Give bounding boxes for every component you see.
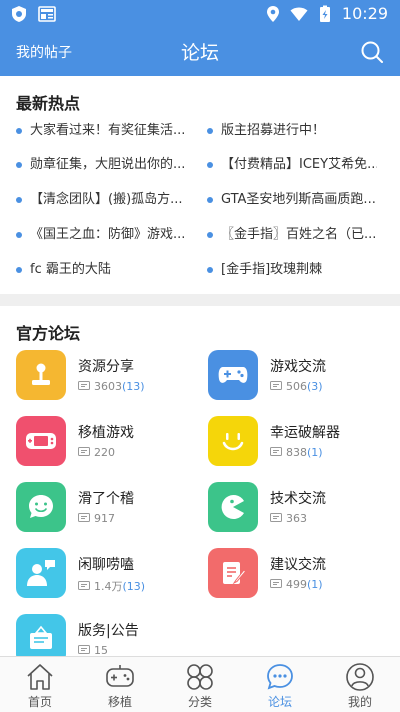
chat-face-icon bbox=[16, 482, 66, 532]
post-count-icon bbox=[270, 513, 282, 522]
location-icon bbox=[266, 5, 279, 22]
forum-stats: 220 bbox=[78, 446, 115, 459]
forum-item-lucky-cracker[interactable]: 幸运破解器 838(1) bbox=[208, 416, 398, 468]
forum-new-count: (1) bbox=[307, 578, 323, 591]
forum-name: 闲聊唠嗑 bbox=[78, 557, 134, 573]
battery-icon bbox=[319, 5, 330, 22]
forum-post-count: 506 bbox=[286, 380, 307, 393]
forum-stats: 838(1) bbox=[270, 446, 323, 459]
tab-mine[interactable]: 我的 bbox=[320, 657, 400, 712]
grid-petals-icon bbox=[187, 664, 213, 690]
hot-topic-item[interactable]: 《国王之血：防御》游戏... bbox=[16, 226, 186, 244]
forum-new-count: (3) bbox=[307, 380, 323, 393]
hot-topic-item[interactable]: GTA圣安地列斯高画质跑... bbox=[207, 191, 377, 209]
forum-stats: 15 bbox=[78, 644, 108, 656]
status-time: 10:29 bbox=[341, 4, 388, 23]
forum-stats: 917 bbox=[78, 512, 115, 525]
forum-name: 版务|公告 bbox=[78, 623, 139, 639]
forum-post-count: 499 bbox=[286, 578, 307, 591]
post-count-icon bbox=[270, 579, 282, 588]
forum-post-count: 15 bbox=[94, 644, 108, 656]
post-count-icon bbox=[78, 447, 90, 456]
forum-post-count: 917 bbox=[94, 512, 115, 525]
tab-label: 我的 bbox=[347, 695, 372, 709]
forum-item-resources[interactable]: 资源分享 3603(13) bbox=[16, 350, 206, 402]
tab-label: 论坛 bbox=[267, 695, 292, 709]
forum-stats: 1.4万(13) bbox=[78, 578, 145, 594]
forum-name: 滑了个稽 bbox=[78, 491, 134, 507]
forum-new-count: (13) bbox=[122, 580, 146, 593]
forum-post-count: 363 bbox=[286, 512, 307, 525]
forum-name: 建议交流 bbox=[270, 557, 326, 573]
hot-topic-item[interactable]: 【付费精品】ICEY艾希免... bbox=[207, 156, 377, 174]
user-icon bbox=[346, 663, 374, 691]
post-count-icon bbox=[78, 381, 90, 390]
hot-topics-title: 最新热点 bbox=[16, 94, 81, 113]
forum-post-count: 1.4万 bbox=[94, 580, 123, 593]
forum-item-funny[interactable]: 滑了个稽 917 bbox=[16, 482, 206, 534]
smiley-icon bbox=[208, 416, 258, 466]
official-forums-section: 官方论坛 资源分享 3603(13) 游戏交流 506(3) 移植游戏 220 bbox=[0, 306, 400, 656]
news-icon bbox=[38, 6, 56, 22]
wifi-icon bbox=[290, 7, 308, 21]
joystick-icon bbox=[16, 350, 66, 400]
hot-topic-item[interactable]: 〖金手指〗百姓之名（已... bbox=[207, 226, 377, 244]
hot-topic-item[interactable]: 【清念团队】(搬)孤岛方... bbox=[16, 191, 186, 209]
forum-name: 技术交流 bbox=[270, 491, 326, 507]
tab-label: 分类 bbox=[187, 695, 212, 709]
note-pencil-icon bbox=[208, 548, 258, 598]
notice-board-icon bbox=[16, 614, 66, 656]
shield-icon bbox=[12, 6, 26, 22]
hot-topics-section: 最新热点 大家看过来！有奖征集活... 版主招募进行中！ 勋章征集，大胆说出你的… bbox=[0, 76, 400, 294]
forum-item-ported-games[interactable]: 移植游戏 220 bbox=[16, 416, 206, 468]
forum-item-game-talk[interactable]: 游戏交流 506(3) bbox=[208, 350, 398, 402]
post-count-icon bbox=[78, 580, 90, 590]
tab-categories[interactable]: 分类 bbox=[160, 657, 240, 712]
forum-post-count: 3603 bbox=[94, 380, 122, 393]
forum-item-tech[interactable]: 技术交流 363 bbox=[208, 482, 398, 534]
forum-item-suggestions[interactable]: 建议交流 499(1) bbox=[208, 548, 398, 600]
forum-bubble-icon bbox=[267, 664, 293, 690]
hot-topic-item[interactable]: 版主招募进行中！ bbox=[207, 122, 377, 140]
tab-ported[interactable]: 移植 bbox=[80, 657, 160, 712]
gamepad-outline-icon bbox=[106, 665, 134, 687]
post-count-icon bbox=[78, 645, 90, 654]
tab-home[interactable]: 首页 bbox=[0, 657, 80, 712]
post-count-icon bbox=[270, 447, 282, 456]
hot-topic-item[interactable]: [金手指]玫瑰荆棘 bbox=[207, 261, 377, 279]
forum-post-count: 220 bbox=[94, 446, 115, 459]
search-icon[interactable] bbox=[360, 40, 384, 64]
tab-label: 首页 bbox=[27, 695, 52, 709]
top-nav-bar: 我的帖子 论坛 bbox=[0, 28, 400, 76]
forum-name: 移植游戏 bbox=[78, 425, 134, 441]
forum-name: 幸运破解器 bbox=[270, 425, 340, 441]
bottom-tab-bar: 首页 移植 分类 论坛 我的 bbox=[0, 656, 400, 712]
forum-item-chat[interactable]: 闲聊唠嗑 1.4万(13) bbox=[16, 548, 206, 600]
hot-topic-item[interactable]: 勋章征集，大胆说出你的... bbox=[16, 156, 186, 174]
forum-stats: 3603(13) bbox=[78, 380, 145, 393]
tab-label: 移植 bbox=[107, 695, 132, 709]
official-forums-title: 官方论坛 bbox=[16, 324, 81, 343]
forum-item-announcements[interactable]: 版务|公告 15 bbox=[16, 614, 206, 656]
tab-forum[interactable]: 论坛 bbox=[240, 657, 320, 712]
pacman-icon bbox=[208, 482, 258, 532]
forum-stats: 506(3) bbox=[270, 380, 323, 393]
post-count-icon bbox=[270, 381, 282, 390]
status-bar: 10:29 bbox=[0, 0, 400, 28]
my-posts-button[interactable]: 我的帖子 bbox=[16, 42, 72, 62]
forum-new-count: (13) bbox=[122, 380, 145, 393]
gamepad-icon bbox=[208, 350, 258, 400]
hot-topic-item[interactable]: 大家看过来！有奖征集活... bbox=[16, 122, 186, 140]
handheld-icon bbox=[16, 416, 66, 466]
post-count-icon bbox=[78, 513, 90, 522]
forum-stats: 499(1) bbox=[270, 578, 323, 591]
forum-new-count: (1) bbox=[307, 446, 323, 459]
person-chat-icon bbox=[16, 548, 66, 598]
hot-topic-item[interactable]: fc 霸王的大陆 bbox=[16, 261, 186, 279]
forum-name: 资源分享 bbox=[78, 359, 134, 375]
forum-stats: 363 bbox=[270, 512, 307, 525]
forum-post-count: 838 bbox=[286, 446, 307, 459]
forum-name: 游戏交流 bbox=[270, 359, 326, 375]
home-icon bbox=[27, 664, 53, 690]
